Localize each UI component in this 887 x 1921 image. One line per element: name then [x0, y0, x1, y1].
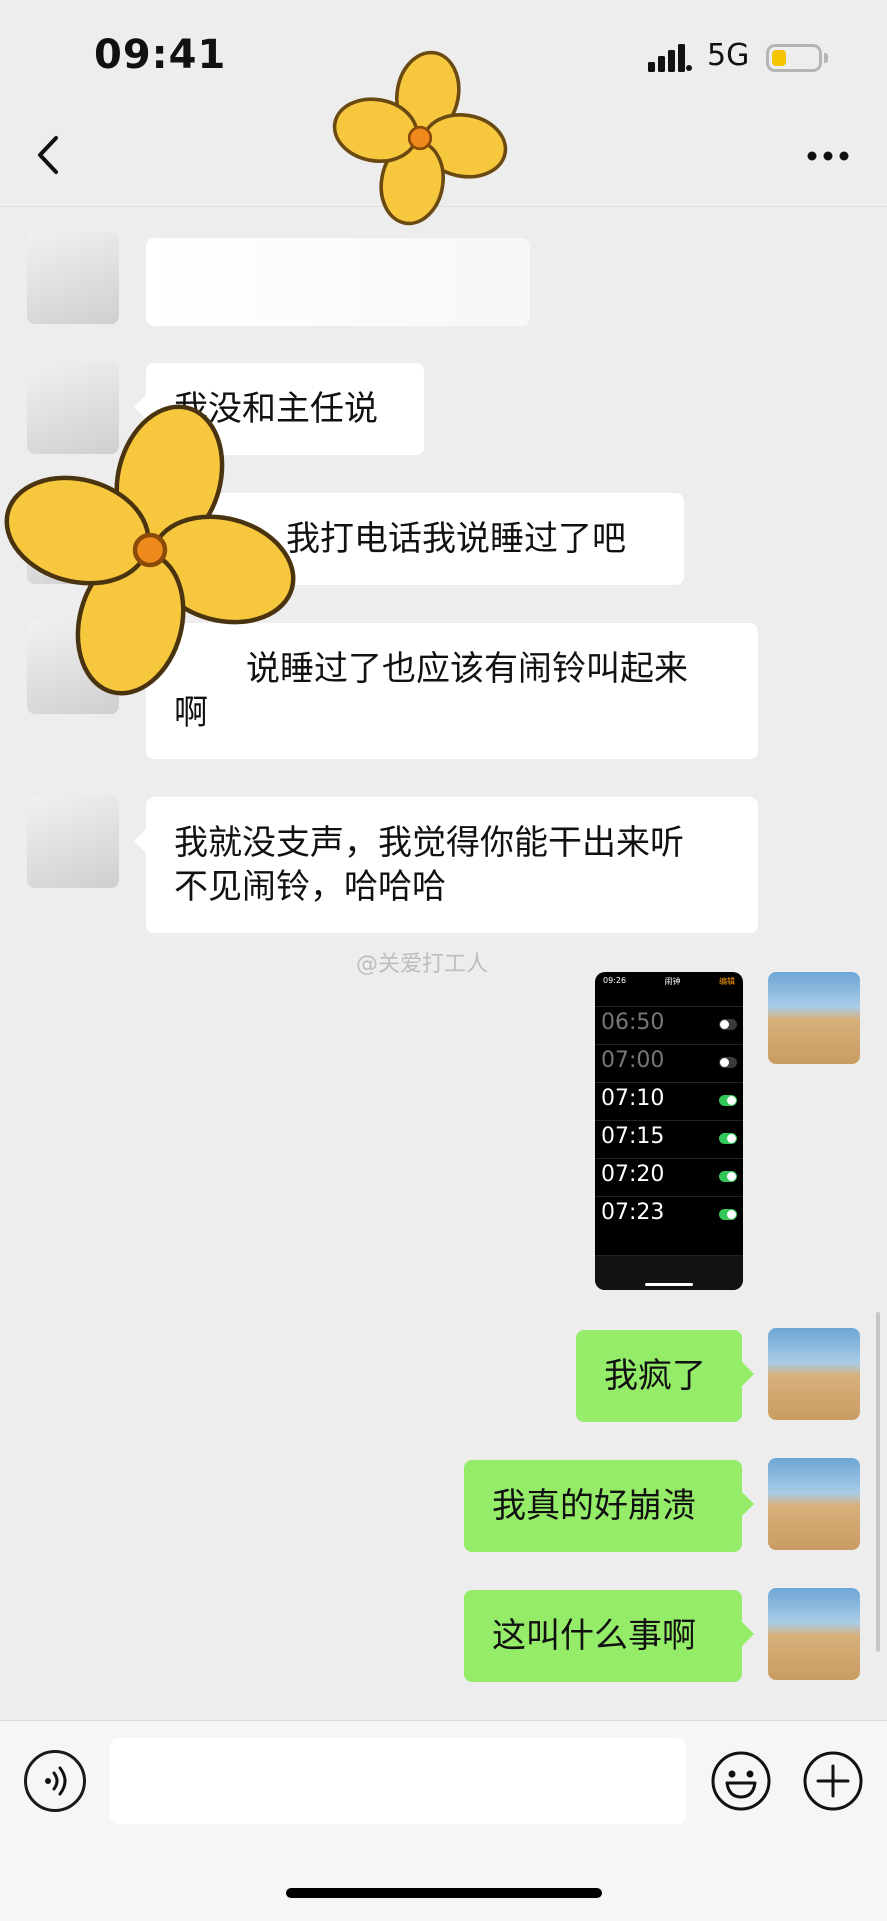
home-indicator [286, 1888, 602, 1898]
shot-toggle [719, 1133, 737, 1144]
voice-button[interactable] [24, 1750, 86, 1812]
shot-toggle [719, 1019, 737, 1030]
shot-alarm-row: 07:10 [595, 1082, 743, 1120]
my-avatar[interactable] [768, 1588, 860, 1680]
shot-toggle [719, 1171, 737, 1182]
shot-toggle [719, 1057, 737, 1068]
my-message-bubble: 这叫什么事啊 [464, 1590, 754, 1682]
friend-avatar[interactable] [27, 796, 119, 888]
friend-avatar[interactable] [27, 622, 119, 714]
shot-tab-bar [595, 1255, 743, 1290]
scrollbar[interactable] [876, 1312, 880, 1652]
friend-message-bubble: 我就没支声，我觉得你能干出来听 不见闹铃，哈哈哈 [134, 797, 758, 933]
status-time: 09:41 [94, 32, 227, 78]
voice-icon [45, 1766, 67, 1796]
shot-alarm-list: 06:50 07:00 07:10 07:15 07:20 07:23 [595, 1006, 743, 1234]
message-text: 我疯了 [604, 1356, 706, 1396]
shot-time: 09:26 [603, 976, 627, 985]
shot-title: 闹钟 [664, 977, 681, 986]
message-text: 这叫什么事啊 [492, 1616, 696, 1656]
emoji-icon[interactable] [710, 1750, 772, 1812]
shot-toggle [719, 1209, 737, 1220]
my-avatar[interactable] [768, 972, 860, 1064]
friend-avatar[interactable] [27, 492, 119, 584]
message-text: 我打电话我说睡过了吧 [286, 519, 626, 559]
signal-icon [648, 44, 692, 72]
plus-icon[interactable] [802, 1750, 864, 1812]
more-dots-icon[interactable] [800, 140, 860, 170]
battery-tip [824, 53, 828, 63]
battery-icon [766, 44, 822, 72]
friend-message-bubble: 我没和主任说 [134, 363, 424, 455]
chat-header [0, 100, 887, 207]
friend-message-bubble: 说睡过了也应该有闹铃叫起来 啊 [134, 623, 758, 759]
message-line: 啊 [174, 693, 208, 733]
shot-edit: 编辑 [719, 977, 735, 986]
friend-message-bubble: 我打电话我说睡过了吧 [134, 493, 684, 585]
message-text: 我没和主任说 [174, 389, 378, 429]
shot-alarm-row: 07:15 [595, 1120, 743, 1158]
my-avatar[interactable] [768, 1328, 860, 1420]
friend-avatar[interactable] [27, 362, 119, 454]
my-message-bubble: 我疯了 [576, 1330, 754, 1422]
back-chevron-icon[interactable] [30, 130, 70, 180]
friend-avatar[interactable] [27, 232, 119, 324]
message-line: 我就没支声，我觉得你能干出来听 [174, 823, 684, 863]
shot-alarm-row: 07:20 [595, 1158, 743, 1196]
message-text: 我真的好崩溃 [492, 1486, 696, 1526]
network-label: 5G [707, 38, 750, 73]
alarm-screenshot-image[interactable]: 09:26 闹钟 编辑 06:50 07:00 07:10 07:15 07:2… [595, 972, 743, 1290]
weibo-watermark: @关爱打工人 [356, 952, 489, 977]
blurred-message-bubble [146, 238, 530, 326]
my-message-bubble: 我真的好崩溃 [464, 1460, 754, 1552]
message-input[interactable] [110, 1738, 686, 1824]
shot-alarm-row: 07:00 [595, 1044, 743, 1082]
shot-alarm-row: 06:50 [595, 1006, 743, 1044]
shot-alarm-row: 07:23 [595, 1196, 743, 1234]
message-line: 说睡过了也应该有闹铃叫起来 [246, 649, 688, 689]
shot-toggle [719, 1095, 737, 1106]
my-avatar[interactable] [768, 1458, 860, 1550]
message-line: 不见闹铃，哈哈哈 [174, 867, 446, 907]
